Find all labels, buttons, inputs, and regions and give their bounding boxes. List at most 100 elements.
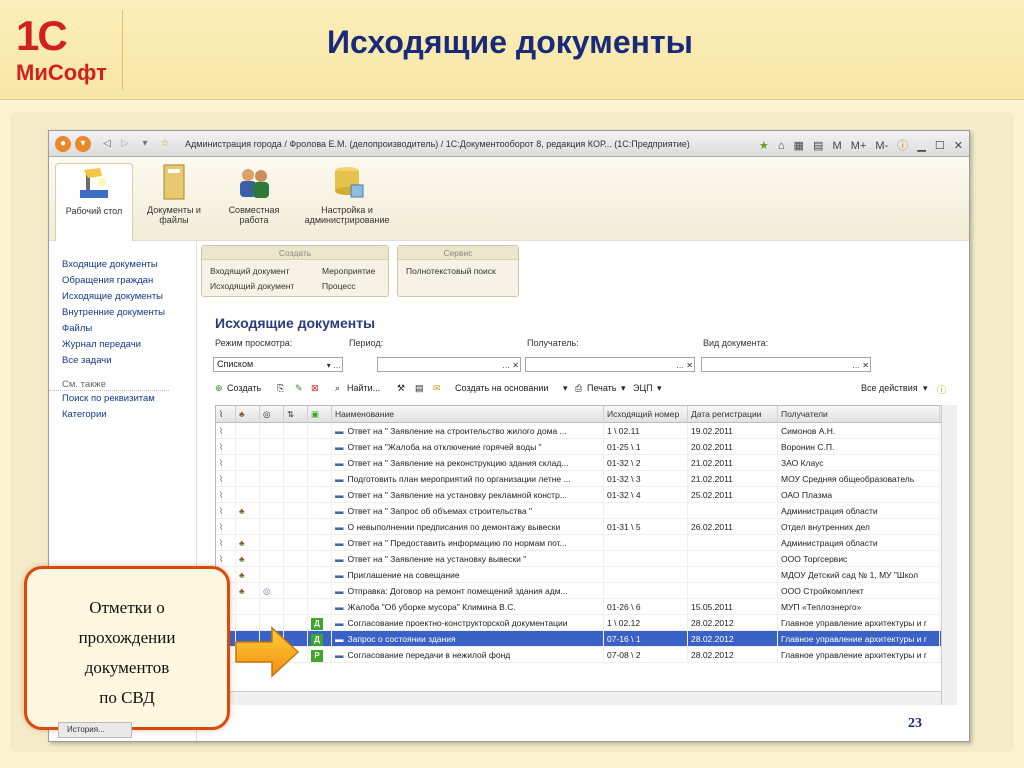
create-incoming-document[interactable]: Входящий документ [210,266,290,276]
delete-icon[interactable]: ⊠ [311,383,319,394]
table-row[interactable]: ⌇ ▬ Ответ на " Заявление на реконструкцию … [216,455,956,471]
nav-internal-documents[interactable]: Внутренние документы [49,305,196,321]
memory-m-button[interactable]: M [832,140,841,152]
period-buttons[interactable]: … ✕ [502,359,519,372]
mail-icon[interactable]: ✉ [433,383,441,394]
home-icon[interactable]: ⌂ [778,140,785,152]
table-row[interactable]: ⌇▬Жалоба "Об уборке мусора" Климина В.С.… [216,599,956,615]
memory-plus-button[interactable]: M+ [851,140,867,152]
favorites-icon[interactable]: ★ [759,139,769,152]
esign-button[interactable]: ЭЦП [633,383,653,393]
doc-recipient: МОУ Средняя общеобразователь [781,474,915,484]
table-cell [604,567,688,583]
calendar-icon[interactable]: ▤ [813,139,823,152]
recipient-field[interactable]: … ✕ [525,357,695,372]
table-cell [260,487,284,503]
create-outgoing-document[interactable]: Исходящий документ [210,281,294,291]
chevron-down-icon[interactable]: ▾ … [327,359,341,372]
chevron-down-icon[interactable]: ▾ [563,383,568,394]
table-row[interactable]: ⌇ ▬ О невыполнении предписания по демонтаж… [216,519,956,535]
table-row[interactable]: ⌇ ♣ ▬ Ответ на " Предоставить информацию по… [216,535,956,551]
app-menu-icon[interactable]: ● [55,136,71,152]
help-icon[interactable]: ⓘ [937,383,946,396]
copy-icon[interactable]: ⎘ [277,383,284,394]
chevron-down-icon[interactable]: ▾ [657,383,662,394]
table-row[interactable]: ⌇ ♣ ▬ Ответ на " Заявление на установку выв… [216,551,956,567]
table-row[interactable]: ⌇ ♣ ▬ Ответ на " Запрос об объемах строител… [216,503,956,519]
create-plus-icon[interactable]: ⊕ [215,383,223,394]
create-based-button[interactable]: Создать на основании [455,383,548,393]
edit-pencil-icon[interactable]: ✎ [295,383,303,394]
column-name[interactable]: Наименование [332,406,604,423]
nav-search-by-attributes[interactable]: Поиск по реквизитам [49,391,196,407]
all-actions-button[interactable]: Все действия [861,383,918,393]
nav-transfer-journal[interactable]: Журнал передачи [49,337,196,353]
maximize-icon[interactable]: ☐ [935,139,945,152]
doctype-buttons[interactable]: … ✕ [852,359,869,372]
nav-incoming-documents[interactable]: Входящие документы [49,257,196,273]
history-dropdown-icon[interactable]: ▾ [137,136,153,152]
back-arrow-icon[interactable]: ◁ [99,136,115,152]
document-binder-icon [163,164,185,200]
table-row[interactable]: ⌇Д▬Запрос о состоянии здания07-16 \ 128.… [216,631,956,647]
table-row[interactable]: ⌇Д▬Согласование проектно-конструкторской… [216,615,956,631]
favorites-star-icon[interactable]: ☆ [157,136,173,152]
create-process[interactable]: Процесс [322,281,356,291]
fulltext-search[interactable]: Полнотекстовый поиск [406,266,496,276]
nav-all-tasks[interactable]: Все задачи [49,353,196,369]
vertical-scrollbar[interactable] [941,405,957,705]
memory-minus-button[interactable]: M- [875,140,888,152]
attachment-column-icon[interactable]: ⌇ [216,406,236,423]
close-icon[interactable]: ✕ [954,139,963,152]
status-column-icon[interactable]: ◎ [260,406,284,423]
column-recipients[interactable]: Получатели [778,406,940,423]
nav-files[interactable]: Файлы [49,321,196,337]
table-row[interactable]: ⌇Р▬Согласование передачи в нежилой фонд0… [216,647,956,663]
chevron-down-icon[interactable]: ▾ [923,383,928,394]
cancel-search-icon[interactable]: ⚒ [397,383,405,394]
find-button[interactable]: Найти... [347,383,380,393]
help-icon[interactable]: ⓘ [897,137,908,153]
column-date[interactable]: Дата регистрации [688,406,778,423]
chevron-down-icon[interactable]: ▾ [621,383,626,394]
column-number[interactable]: Исходящий номер [604,406,688,423]
group-users-icon: ♣ [239,506,245,516]
period-field[interactable]: … ✕ [377,357,521,372]
history-tab[interactable]: История... [58,722,132,738]
forward-arrow-icon[interactable]: ▷ [117,136,133,152]
table-row[interactable]: ⌇ ▬ Ответ на " Заявление на строительство … [216,423,956,439]
mode-select[interactable]: Списком ▾ … [213,357,343,372]
table-cell [688,535,778,551]
table-row[interactable]: ⌇ ▬ Ответ на "Жалоба на отключение горячей… [216,439,956,455]
mark-column-icon[interactable]: ▣ [308,406,332,423]
table-row[interactable]: ⌇♣▬Приглашение на совещаниеМДОУ Детский … [216,567,956,583]
section-desktop[interactable]: Рабочий стол [55,163,133,241]
table-cell: ▬ Ответ на " Заявление на реконструкцию з… [332,455,604,471]
database-settings-icon [335,167,364,198]
table-row[interactable]: ⌇ ▬ Ответ на " Заявление на установку рекл… [216,487,956,503]
create-event[interactable]: Мероприятие [322,266,375,276]
table-row[interactable]: ⌇♣◎▬Отправка: Договор на ремонт помещени… [216,583,956,599]
horizontal-scrollbar[interactable] [215,691,941,705]
menu-dropdown-icon[interactable]: ▾ [75,136,91,152]
search-icon[interactable]: ⌕ [335,383,340,394]
section-collaboration[interactable]: Совместная работа [215,163,293,225]
section-settings[interactable]: Настройка и администрирование [299,163,395,225]
flow-column-icon[interactable]: ⇅ [284,406,308,423]
minimize-icon[interactable]: ▁ [917,139,925,152]
printer-icon[interactable]: ⎙ [575,383,582,394]
section-documents[interactable]: Документы и файлы [139,163,209,225]
doctype-field[interactable]: … ✕ [701,357,871,372]
doc-dash-icon: ▬ [335,538,344,548]
calculator-icon[interactable]: ▦ [794,139,804,152]
print-button[interactable]: Печать [587,383,616,393]
report-icon[interactable]: ▤ [415,383,424,394]
table-cell [236,519,260,535]
recipient-buttons[interactable]: … ✕ [676,359,693,372]
create-button[interactable]: Создать [227,383,261,393]
nav-citizen-appeals[interactable]: Обращения граждан [49,273,196,289]
group-column-icon[interactable]: ♣ [236,406,260,423]
table-row[interactable]: ⌇ ▬ Подготовить план мероприятий по органи… [216,471,956,487]
nav-categories[interactable]: Категории [49,407,196,423]
nav-outgoing-documents[interactable]: Исходящие документы [49,289,196,305]
